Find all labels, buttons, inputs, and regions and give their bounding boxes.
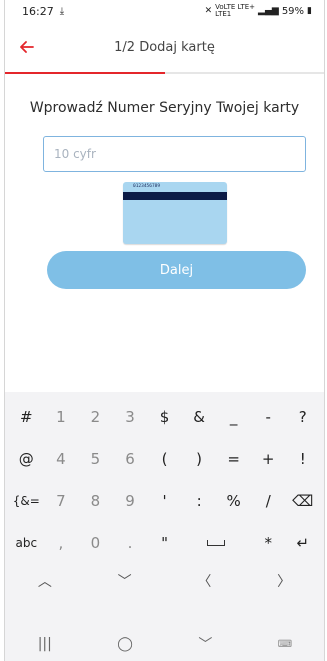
cursor-down-icon[interactable]: ﹀ bbox=[118, 571, 132, 591]
key-dollar[interactable]: $ bbox=[147, 400, 182, 434]
key-equals[interactable]: = bbox=[216, 442, 251, 476]
key-4[interactable]: 4 bbox=[43, 442, 79, 476]
key-slash[interactable]: / bbox=[250, 484, 286, 518]
phone-screen: 16:27 ⤓ ✕ VoLTE LTE+ LTE1 ▂▄▆ 59% ▮ 1/2 … bbox=[4, 0, 325, 661]
key-percent[interactable]: % bbox=[216, 484, 251, 518]
hide-keyboard-icon[interactable]: ﹀ bbox=[198, 634, 212, 654]
key-apostrophe[interactable]: ' bbox=[147, 484, 182, 518]
key-2[interactable]: 2 bbox=[78, 400, 113, 434]
key-plus[interactable]: + bbox=[250, 442, 286, 476]
key-comma[interactable]: , bbox=[43, 526, 79, 560]
key-1[interactable]: 1 bbox=[43, 400, 79, 434]
cursor-right-icon[interactable]: 〉 bbox=[277, 571, 291, 591]
key-at[interactable]: @ bbox=[9, 442, 44, 476]
key-period[interactable]: . bbox=[112, 526, 148, 560]
keyboard-row-1: # 1 2 3 $ & _ - ? bbox=[9, 400, 321, 436]
status-right: ✕ VoLTE LTE+ LTE1 ▂▄▆ 59% ▮ bbox=[205, 4, 312, 18]
keyboard-row-2: @ 4 5 6 ( ) = + ! bbox=[9, 442, 321, 478]
on-screen-keyboard: # 1 2 3 $ & _ - ? @ 4 5 6 ( ) = + ! {&= … bbox=[5, 392, 324, 661]
cursor-nav-row: ︿ ﹀ 〈 〉 bbox=[5, 568, 324, 594]
home-icon[interactable]: ◯ bbox=[117, 636, 133, 652]
key-close-paren[interactable]: ) bbox=[181, 442, 217, 476]
card-serial-example: 0123456789 bbox=[133, 184, 161, 189]
card-magnetic-stripe bbox=[123, 192, 227, 200]
network-type: VoLTE LTE+ LTE1 bbox=[215, 4, 255, 18]
network-type-bottom: LTE1 bbox=[215, 10, 232, 18]
battery-icon: ▮ bbox=[307, 6, 312, 16]
key-7[interactable]: 7 bbox=[43, 484, 79, 518]
key-space[interactable] bbox=[181, 526, 251, 560]
keyboard-row-3: {&= 7 8 9 ' : % / ⌫ bbox=[9, 484, 321, 520]
key-ampersand[interactable]: & bbox=[181, 400, 217, 434]
next-button[interactable]: Dalej bbox=[47, 251, 306, 289]
page-title: 1/2 Dodaj kartę bbox=[114, 39, 215, 55]
step-progress-track bbox=[5, 72, 324, 74]
serial-number-input[interactable] bbox=[43, 136, 306, 172]
download-icon: ⤓ bbox=[59, 5, 65, 17]
system-nav-bar: ||| ◯ ﹀ ⌨ bbox=[5, 627, 324, 661]
keyboard-row-4: abc , 0 . " * ↵ bbox=[9, 526, 321, 562]
key-exclamation[interactable]: ! bbox=[285, 442, 321, 476]
recent-apps-icon[interactable]: ||| bbox=[38, 636, 52, 652]
app-bar: 1/2 Dodaj kartę bbox=[5, 24, 324, 70]
key-symbols-toggle[interactable]: {&= bbox=[9, 484, 44, 518]
key-hash[interactable]: # bbox=[9, 400, 44, 434]
status-left: 16:27 ⤓ bbox=[22, 5, 64, 18]
key-abc[interactable]: abc bbox=[9, 526, 44, 560]
key-minus[interactable]: - bbox=[250, 400, 286, 434]
key-open-paren[interactable]: ( bbox=[147, 442, 182, 476]
key-asterisk[interactable]: * bbox=[250, 526, 286, 560]
key-colon[interactable]: : bbox=[181, 484, 217, 518]
key-0[interactable]: 0 bbox=[78, 526, 113, 560]
key-8[interactable]: 8 bbox=[78, 484, 113, 518]
key-underscore[interactable]: _ bbox=[216, 400, 251, 434]
battery-level: 59% bbox=[281, 5, 305, 17]
cursor-left-icon[interactable]: 〈 bbox=[197, 571, 211, 591]
status-bar: 16:27 ⤓ ✕ VoLTE LTE+ LTE1 ▂▄▆ 59% ▮ bbox=[5, 0, 324, 22]
back-button[interactable] bbox=[9, 29, 45, 65]
arrow-left-icon bbox=[20, 41, 34, 53]
key-6[interactable]: 6 bbox=[112, 442, 148, 476]
space-icon bbox=[207, 540, 226, 546]
key-5[interactable]: 5 bbox=[78, 442, 113, 476]
key-9[interactable]: 9 bbox=[112, 484, 148, 518]
key-question[interactable]: ? bbox=[285, 400, 321, 434]
keyboard-switch-icon[interactable]: ⌨ bbox=[278, 639, 292, 650]
status-time: 16:27 bbox=[22, 4, 54, 18]
key-3[interactable]: 3 bbox=[112, 400, 148, 434]
signal-icon: ▂▄▆ bbox=[258, 6, 279, 16]
enter-icon[interactable]: ↵ bbox=[285, 526, 321, 560]
mute-icon: ✕ bbox=[204, 6, 213, 16]
card-illustration: 0123456789 bbox=[123, 182, 227, 244]
step-progress-fill bbox=[5, 72, 165, 74]
cursor-up-icon[interactable]: ︿ bbox=[38, 571, 52, 591]
backspace-icon[interactable]: ⌫ bbox=[285, 484, 321, 518]
key-quote[interactable]: " bbox=[147, 526, 182, 560]
instruction-heading: Wprowadź Numer Seryjny Twojej karty bbox=[29, 100, 300, 116]
